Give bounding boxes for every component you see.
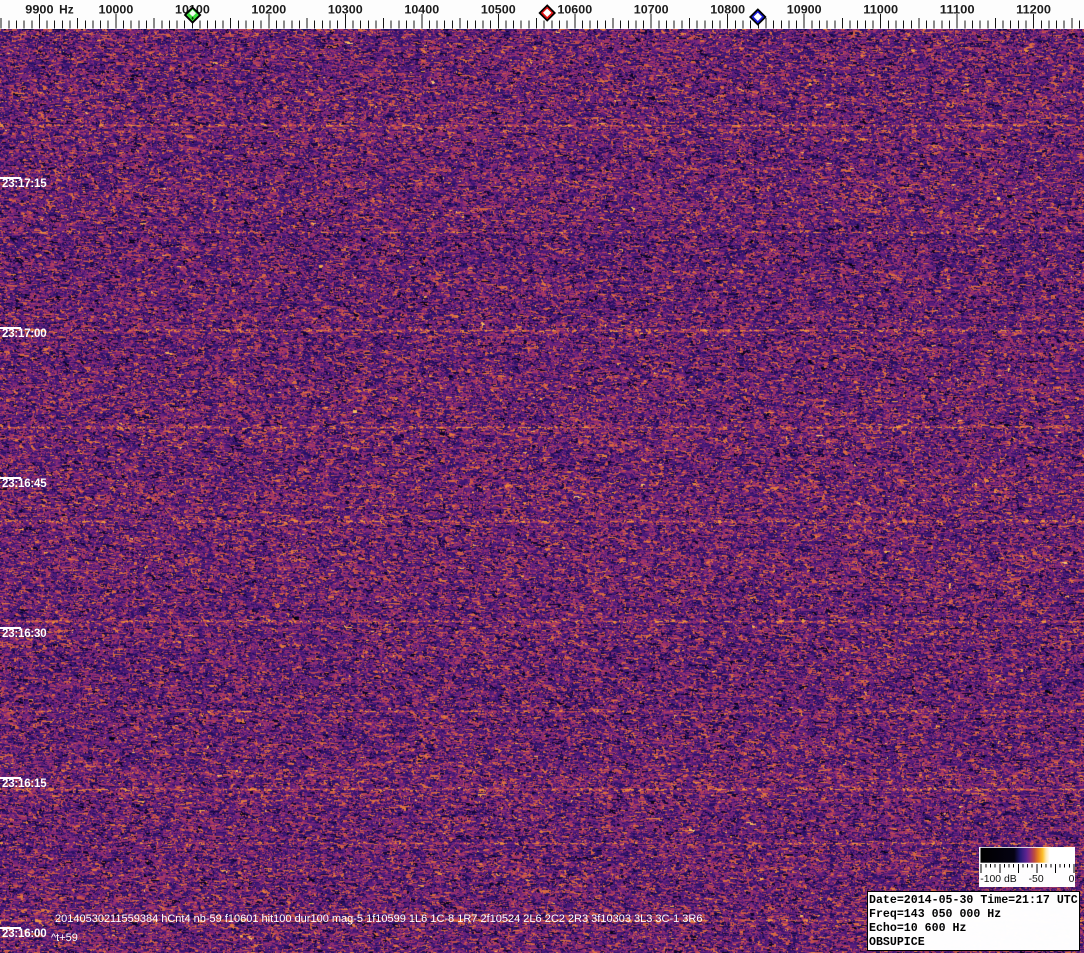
svg-text:11200: 11200 <box>1016 3 1051 16</box>
svg-text:10300: 10300 <box>328 3 363 16</box>
svg-text:10800: 10800 <box>710 3 745 16</box>
svg-text:10500: 10500 <box>481 3 516 16</box>
svg-text:Hz: Hz <box>59 3 74 16</box>
svg-text:10400: 10400 <box>404 3 439 16</box>
svg-text:10200: 10200 <box>251 3 286 16</box>
svg-text:10000: 10000 <box>99 3 134 16</box>
svg-text:11000: 11000 <box>863 3 898 16</box>
svg-text:10900: 10900 <box>787 3 822 16</box>
svg-text:10700: 10700 <box>634 3 669 16</box>
svg-text:9900: 9900 <box>25 3 53 16</box>
svg-text:10600: 10600 <box>557 3 592 16</box>
svg-text:11100: 11100 <box>940 3 975 16</box>
